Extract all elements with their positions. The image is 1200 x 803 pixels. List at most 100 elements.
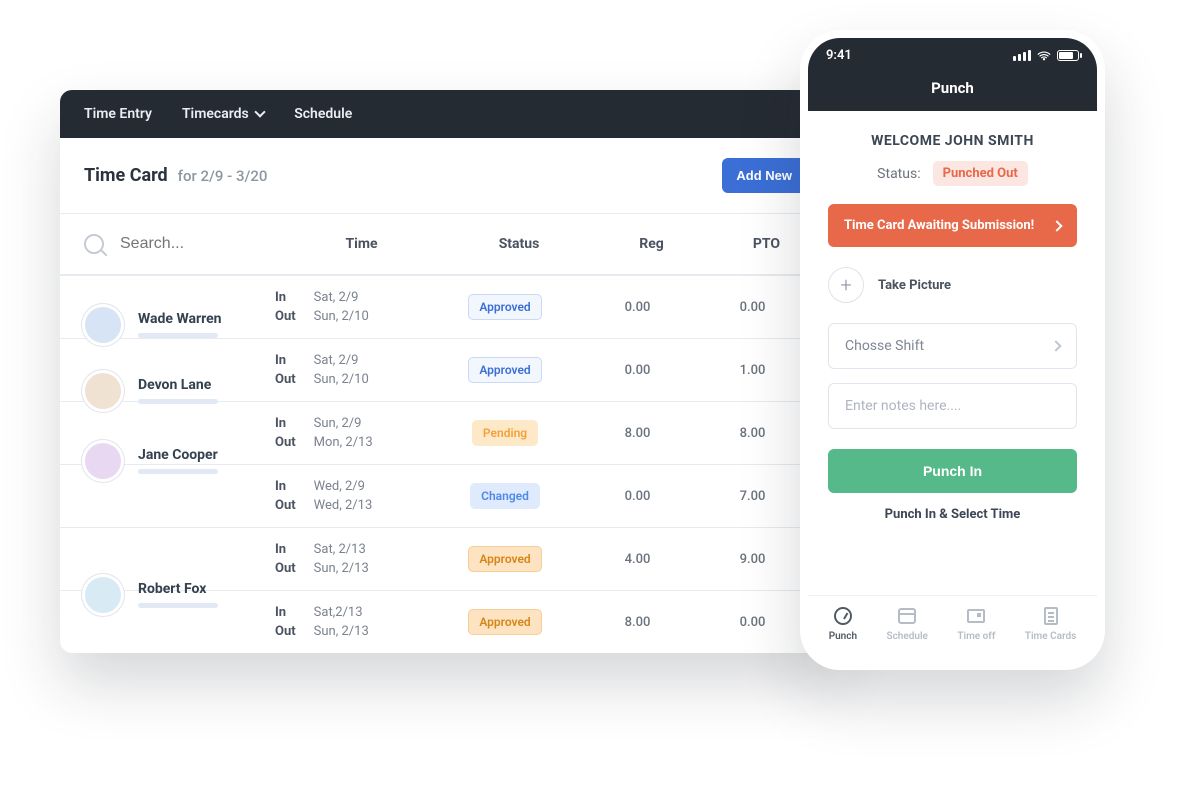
- row-pto: 9.00: [695, 528, 810, 590]
- search-input[interactable]: [116, 223, 279, 265]
- tab-timecards[interactable]: Time Cards: [1025, 606, 1076, 642]
- column-headers: Time Status Reg PTO: [279, 220, 824, 268]
- plus-icon: +: [828, 267, 864, 303]
- document-icon: [1044, 607, 1058, 625]
- nav-schedule[interactable]: Schedule: [294, 106, 352, 122]
- row-pto: 1.00: [695, 339, 810, 401]
- row-time: InOutSun, 2/9Mon, 2/13: [265, 402, 430, 464]
- in-label: In: [275, 353, 296, 368]
- status-badge: Approved: [468, 609, 541, 635]
- take-picture-row[interactable]: + Take Picture: [828, 267, 1077, 303]
- out-label: Out: [275, 309, 296, 324]
- out-label: Out: [275, 498, 296, 513]
- row-pto: 0.00: [695, 591, 810, 653]
- row-reg: 8.00: [580, 402, 695, 464]
- tab-punch[interactable]: Punch: [829, 606, 857, 642]
- in-label: In: [275, 542, 296, 557]
- add-new-button[interactable]: Add New: [722, 158, 806, 193]
- battery-icon: [1057, 50, 1079, 61]
- out-date: Sun, 2/10: [314, 309, 369, 324]
- row-time: In Out Sat,2/13 Sun, 2/13: [265, 591, 430, 653]
- table-row[interactable]: InOutSat, 2/13Sun, 2/13Approved4.009.00: [60, 527, 830, 590]
- tab-schedule[interactable]: Schedule: [886, 606, 927, 642]
- row-status: Approved: [430, 591, 580, 653]
- nav-timecards-label: Timecards: [182, 106, 249, 122]
- phone-status-icons: [1013, 49, 1079, 63]
- row-name-spacer: [60, 402, 265, 464]
- out-date: Sun, 2/13: [314, 624, 369, 639]
- row-name-spacer: [60, 591, 265, 653]
- out-label: Out: [275, 624, 296, 639]
- out-label: Out: [275, 561, 296, 576]
- phone-tabbar: Punch Schedule Time off Time Cards: [808, 595, 1097, 652]
- out-label: Out: [275, 372, 296, 387]
- clock-icon: [834, 607, 852, 625]
- table-row[interactable]: InOutSat, 2/9Sun, 2/10Approved0.000.00: [60, 275, 830, 338]
- page-header: Time Card for 2/9 - 3/20 Add New: [60, 138, 830, 214]
- phone-frame: 9:41 Punch WELCOME JOHN SMITH Status: Pu…: [800, 30, 1105, 670]
- out-date: Sun, 2/13: [314, 561, 369, 576]
- status-badge: Changed: [470, 483, 540, 509]
- nav-time-entry[interactable]: Time Entry: [84, 106, 152, 122]
- row-status: Approved: [430, 276, 580, 338]
- row-reg: 0.00: [580, 276, 695, 338]
- table-row[interactable]: InOutSat, 2/9Sun, 2/10Approved0.001.00: [60, 338, 830, 401]
- in-label: In: [275, 605, 296, 620]
- row-status: Changed: [430, 465, 580, 527]
- punch-select-time-button[interactable]: Punch In & Select Time: [828, 507, 1077, 522]
- submission-alert[interactable]: Time Card Awaiting Submission!: [828, 204, 1077, 247]
- row-time: In Out Sat, 2/13 Sun, 2/13: [265, 528, 430, 590]
- tab-label: Punch: [829, 631, 857, 642]
- nav-timecards[interactable]: Timecards: [182, 106, 264, 122]
- col-time: Time: [279, 220, 444, 268]
- status-badge: Approved: [468, 546, 541, 572]
- row-name-spacer: [60, 339, 265, 401]
- row-status: Approved: [430, 339, 580, 401]
- choose-shift-select[interactable]: Chosse Shift: [828, 323, 1077, 369]
- status-badge: Pending: [472, 420, 538, 446]
- in-date: Sun, 2/9: [314, 416, 373, 431]
- row-time: InOutSat, 2/9Sun, 2/10: [265, 339, 430, 401]
- top-nav: Time Entry Timecards Schedule: [60, 90, 830, 138]
- out-label: Out: [275, 435, 296, 450]
- notes-input[interactable]: Enter notes here....: [828, 383, 1077, 429]
- col-status: Status: [444, 220, 594, 268]
- in-date: Sat, 2/13: [314, 542, 369, 557]
- chevron-right-icon: [1051, 220, 1062, 231]
- table-row[interactable]: In Out Sat,2/13 Sun, 2/13 Approved 8.000.00: [60, 590, 830, 653]
- phone-clock: 9:41: [826, 48, 852, 63]
- row-pto: 0.00: [695, 276, 810, 338]
- punch-status: Status: Punched Out: [828, 161, 1077, 186]
- in-date: Sat,2/13: [314, 605, 369, 620]
- tab-label: Schedule: [886, 631, 927, 642]
- signal-icon: [1013, 50, 1031, 61]
- alert-text: Time Card Awaiting Submission!: [844, 218, 1034, 233]
- in-date: Sat, 2/9: [314, 290, 369, 305]
- table-row[interactable]: InOutWed, 2/9Wed, 2/13Changed0.007.00: [60, 464, 830, 527]
- date-range: for 2/9 - 3/20: [178, 167, 268, 185]
- table-row[interactable]: InOutSun, 2/9Mon, 2/13Pending8.008.00: [60, 401, 830, 464]
- row-reg: 0.00: [580, 465, 695, 527]
- row-name-spacer: [60, 465, 265, 527]
- phone-screen-title: Punch: [808, 73, 1097, 111]
- calendar-icon: [898, 608, 916, 624]
- in-label: In: [275, 290, 296, 305]
- phone-status-bar: 9:41: [808, 38, 1097, 73]
- take-picture-label: Take Picture: [878, 278, 951, 293]
- in-date: Wed, 2/9: [314, 479, 373, 494]
- punch-in-button[interactable]: Punch In: [828, 449, 1077, 493]
- desktop-window: Time Entry Timecards Schedule Time Card …: [60, 90, 830, 653]
- row-name-spacer: [60, 276, 265, 338]
- row-time: In Out Sat, 2/9 Sun, 2/10: [265, 276, 430, 338]
- tab-timeoff[interactable]: Time off: [957, 606, 995, 642]
- data-area: InOutSat, 2/9Sun, 2/10Approved0.000.00In…: [60, 275, 830, 653]
- in-label: In: [275, 479, 296, 494]
- row-status: Pending: [430, 402, 580, 464]
- chevron-right-icon: [1050, 340, 1061, 351]
- chevron-down-icon: [255, 106, 266, 117]
- search-field[interactable]: [74, 223, 279, 265]
- row-reg: 8.00: [580, 591, 695, 653]
- row-pto: 8.00: [695, 402, 810, 464]
- timeoff-icon: [967, 609, 985, 623]
- search-icon: [84, 234, 104, 254]
